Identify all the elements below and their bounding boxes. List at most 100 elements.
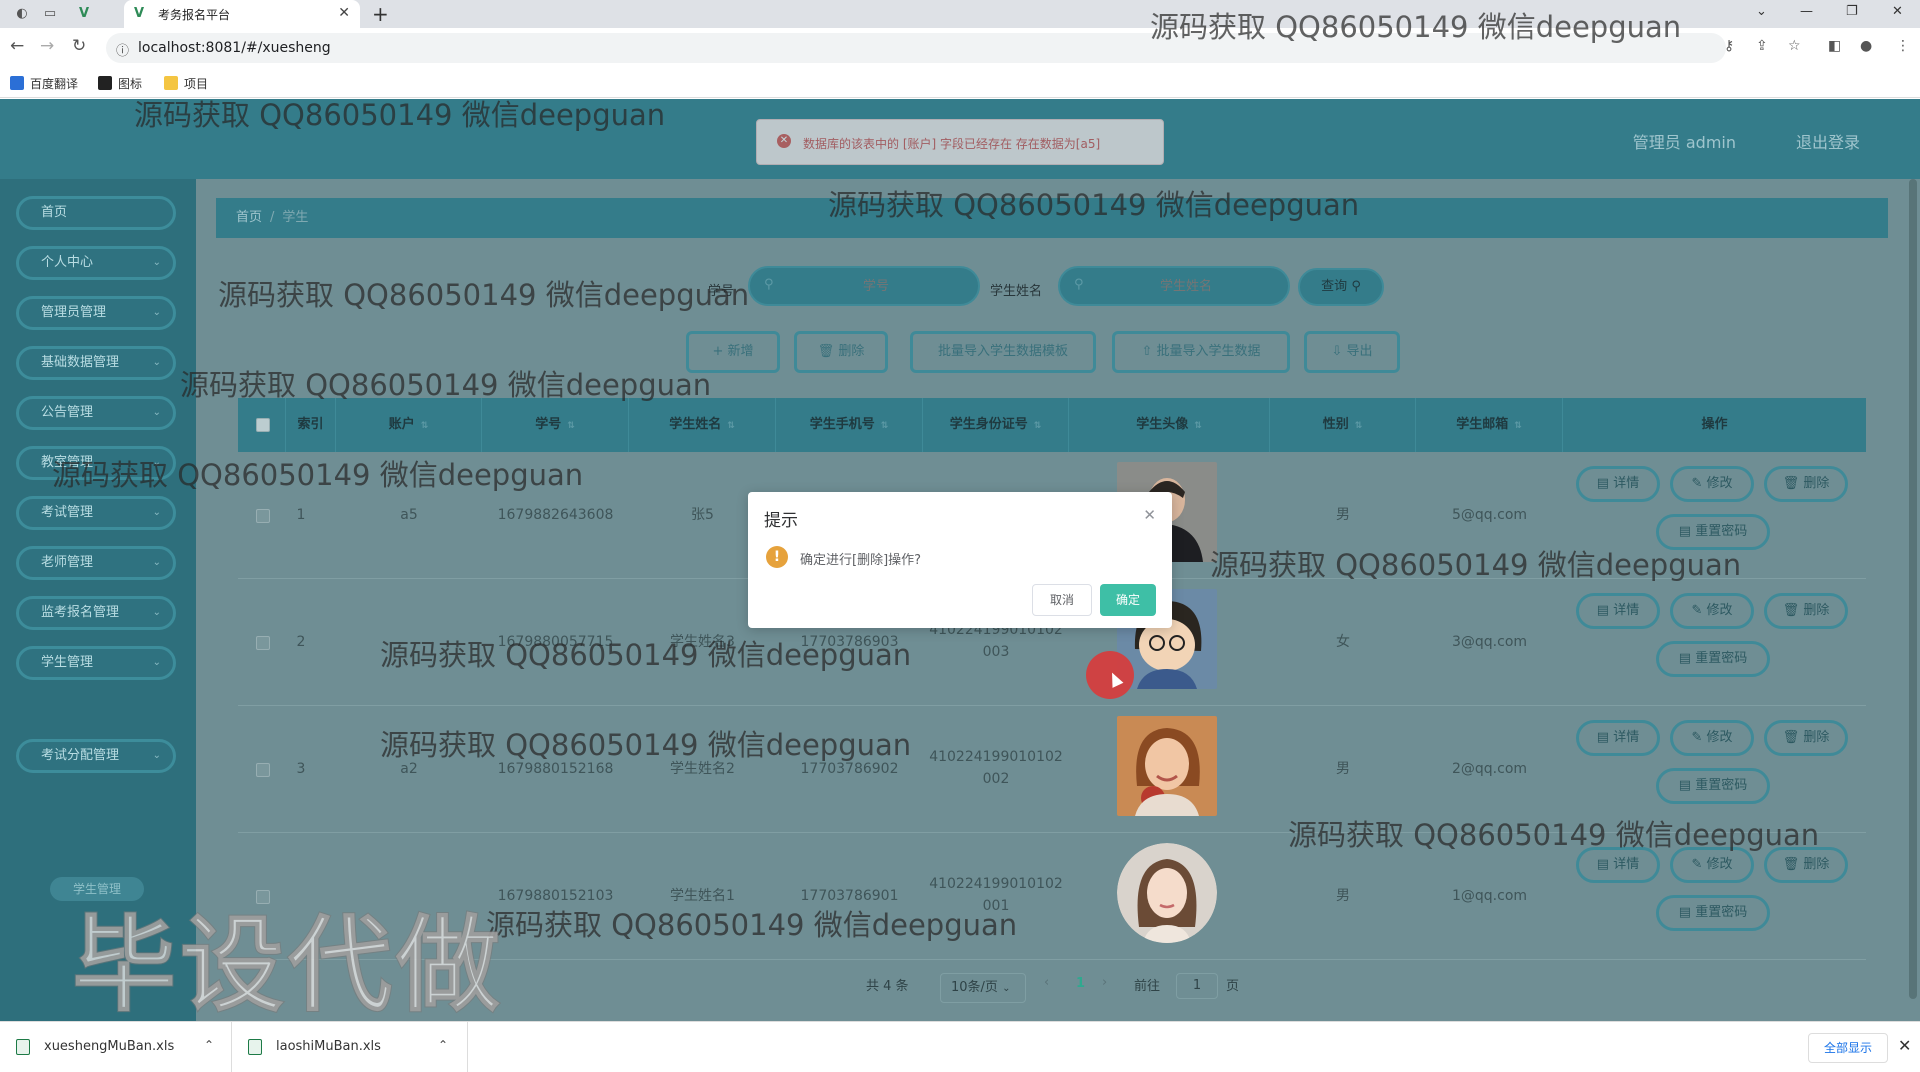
sidebar-item-teacher[interactable]: 老师管理 ⌄: [16, 546, 176, 580]
sidebar-item-exam[interactable]: 考试管理 ⌄: [16, 496, 176, 530]
confirm-button[interactable]: 确定: [1100, 584, 1156, 616]
column-header[interactable]: 性别 ⇅: [1270, 398, 1416, 452]
sort-icon[interactable]: ⇅: [567, 421, 575, 431]
delete-button[interactable]: 🗑 删除: [1764, 720, 1848, 756]
new-tab-button[interactable]: +: [372, 2, 389, 26]
search-input-student-name[interactable]: ⚲: [1058, 266, 1290, 306]
sidebar-item-notice[interactable]: 公告管理 ⌄: [16, 396, 176, 430]
browser-history-icon[interactable]: ◐: [12, 4, 32, 24]
bookmark-icons[interactable]: 图标: [98, 75, 142, 92]
minimize-button[interactable]: —: [1800, 4, 1813, 19]
url-text[interactable]: localhost:8081/#/xuesheng: [138, 40, 331, 56]
search-input-student-no[interactable]: ⚲: [748, 266, 980, 306]
sort-icon[interactable]: ⇅: [1355, 421, 1363, 431]
header-select-all[interactable]: [238, 398, 286, 452]
close-icon[interactable]: ✕: [1143, 506, 1156, 524]
star-icon[interactable]: ☆: [1788, 38, 1801, 54]
import-template-button[interactable]: 批量导入学生数据模板: [910, 331, 1096, 373]
sort-icon[interactable]: ⇅: [881, 421, 889, 431]
checkbox[interactable]: [256, 418, 270, 432]
prev-page-icon[interactable]: ‹: [1044, 975, 1049, 990]
profile-icon[interactable]: ●: [1860, 38, 1872, 54]
row-checkbox[interactable]: [256, 763, 270, 777]
download-item[interactable]: laoshiMuBan.xls ⌃: [232, 1022, 468, 1072]
edit-button[interactable]: ✎ 修改: [1670, 466, 1754, 502]
menu-icon[interactable]: ⋮: [1896, 38, 1910, 54]
reset-label: 重置密码: [1695, 905, 1748, 920]
delete-button[interactable]: 🗑 删除: [1764, 593, 1848, 629]
detail-button[interactable]: ▤ 详情: [1576, 720, 1660, 756]
forward-icon[interactable]: →: [40, 36, 54, 56]
breadcrumb-home[interactable]: 首页: [236, 210, 262, 225]
chevron-up-icon[interactable]: ⌃: [438, 1038, 448, 1052]
detail-button[interactable]: ▤ 详情: [1576, 466, 1660, 502]
column-header[interactable]: 账户 ⇅: [336, 398, 482, 452]
next-page-icon[interactable]: ›: [1102, 975, 1107, 990]
sidebar-item-basic-data[interactable]: 基础数据管理 ⌄: [16, 346, 176, 380]
sidebar-item-student[interactable]: 学生管理 ⌄: [16, 646, 176, 680]
bookmark-project[interactable]: 项目: [164, 75, 208, 92]
close-window-button[interactable]: ✕: [1892, 4, 1903, 19]
sidebar-item-home[interactable]: 首页: [16, 196, 176, 230]
edit-label: 修改: [1706, 857, 1733, 872]
column-header[interactable]: 学生身份证号 ⇅: [923, 398, 1069, 452]
column-header[interactable]: 学生手机号 ⇅: [776, 398, 923, 452]
goto-page-input[interactable]: 1: [1176, 973, 1218, 999]
bookmark-translate[interactable]: 百度翻译: [10, 75, 78, 92]
reset-password-button[interactable]: ▤ 重置密码: [1656, 895, 1770, 931]
sidepanel-icon[interactable]: ◧: [1828, 38, 1841, 54]
student-name-input[interactable]: [1096, 276, 1276, 296]
logout-link[interactable]: 退出登录: [1796, 129, 1860, 153]
row-checkbox[interactable]: [256, 509, 270, 523]
export-button[interactable]: ⇩ 导出: [1304, 331, 1400, 373]
column-header[interactable]: 学生邮箱 ⇅: [1416, 398, 1563, 452]
sort-icon[interactable]: ⇅: [1034, 421, 1042, 431]
sort-icon[interactable]: ⇅: [1194, 421, 1202, 431]
scroll-thumb[interactable]: [1909, 179, 1917, 999]
column-header[interactable]: 学生姓名 ⇅: [629, 398, 776, 452]
doc-icon: ▤: [1678, 651, 1692, 666]
student-no-input[interactable]: [786, 276, 966, 296]
batch-delete-button[interactable]: 🗑 删除: [794, 331, 888, 373]
edit-button[interactable]: ✎ 修改: [1670, 593, 1754, 629]
batch-import-button[interactable]: ⇧ 批量导入学生数据: [1112, 331, 1290, 373]
row-checkbox[interactable]: [256, 636, 270, 650]
tab-close-icon[interactable]: ✕: [338, 5, 350, 21]
reset-password-button[interactable]: ▤ 重置密码: [1656, 768, 1770, 804]
info-icon[interactable]: ⓘ: [116, 40, 129, 59]
sidebar-item-profile[interactable]: 个人中心 ⌄: [16, 246, 176, 280]
cancel-button[interactable]: 取消: [1032, 584, 1092, 616]
sidebar-item-exam-assign[interactable]: 考试分配管理 ⌄: [16, 739, 176, 773]
share-icon[interactable]: ⇪: [1756, 38, 1768, 54]
download-item[interactable]: xueshengMuBan.xls ⌃: [0, 1022, 232, 1072]
download-icon: ⇩: [1331, 344, 1343, 359]
sort-icon[interactable]: ⇅: [727, 421, 735, 431]
tab-search-icon[interactable]: ⌄: [1756, 4, 1767, 19]
page-scrollbar[interactable]: [1906, 179, 1920, 1021]
reset-password-button[interactable]: ▤ 重置密码: [1656, 641, 1770, 677]
chevron-up-icon[interactable]: ⌃: [204, 1038, 214, 1052]
current-page[interactable]: 1: [1076, 976, 1085, 991]
query-button[interactable]: 查询 ⚲: [1298, 268, 1384, 306]
back-icon[interactable]: ←: [10, 36, 24, 56]
key-icon[interactable]: ⚷: [1724, 38, 1734, 54]
delete-label: 删除: [1803, 730, 1830, 745]
blank-tab-icon[interactable]: ▭: [40, 4, 60, 24]
reload-icon[interactable]: ↻: [72, 36, 86, 56]
vue-tab-icon[interactable]: V: [74, 4, 94, 24]
delete-button[interactable]: 🗑 删除: [1764, 466, 1848, 502]
detail-button[interactable]: ▤ 详情: [1576, 593, 1660, 629]
sidebar-item-admin[interactable]: 管理员管理 ⌄: [16, 296, 176, 330]
edit-button[interactable]: ✎ 修改: [1670, 720, 1754, 756]
tab-active[interactable]: V 考务报名平台 ✕: [124, 0, 360, 28]
column-header[interactable]: 学生头像 ⇅: [1069, 398, 1270, 452]
sort-icon[interactable]: ⇅: [1514, 421, 1522, 431]
show-all-downloads-button[interactable]: 全部显示: [1808, 1033, 1888, 1063]
column-header[interactable]: 学号 ⇅: [482, 398, 629, 452]
close-download-bar-icon[interactable]: ✕: [1898, 1036, 1911, 1055]
restore-button[interactable]: ❐: [1846, 4, 1858, 19]
sort-icon[interactable]: ⇅: [421, 421, 429, 431]
sidebar-item-invigilate[interactable]: 监考报名管理 ⌄: [16, 596, 176, 630]
page-size-select[interactable]: 10条/页 ⌄: [940, 973, 1026, 1003]
breadcrumb-separator: /: [270, 210, 275, 225]
